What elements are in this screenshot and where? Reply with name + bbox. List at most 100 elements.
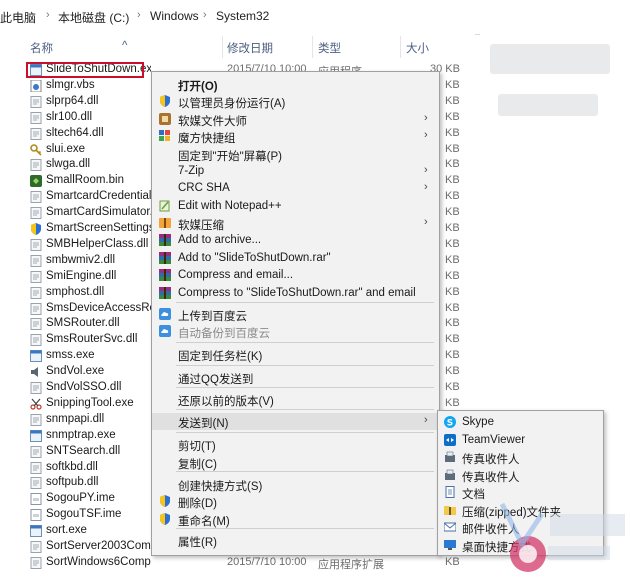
breadcrumb-windows[interactable]: Windows — [150, 9, 199, 23]
chevron-right-icon[interactable]: › — [203, 9, 207, 21]
file-size: KB — [445, 94, 460, 107]
column-header-type[interactable]: 类型 — [318, 40, 341, 56]
svg-text:S: S — [447, 419, 453, 429]
menu-item-label: Add to archive... — [178, 234, 262, 246]
menu-item-label: 剪切(T) — [178, 441, 216, 453]
file-name: SndVolSSO.dll — [46, 381, 122, 393]
file-name: snmptrap.exe — [46, 428, 116, 441]
breadcrumb-this-pc[interactable]: 此电脑 — [0, 9, 36, 26]
menu-item-ruanmei-file[interactable]: 软媒文件大师 › — [152, 111, 439, 128]
uac-shield-icon — [159, 95, 171, 107]
column-header-date[interactable]: 修改日期 — [227, 40, 273, 56]
menu-item-baidu-upload[interactable]: 上传到百度云 — [152, 306, 439, 323]
chevron-right-icon: › — [424, 414, 428, 426]
menu-item-rename[interactable]: 重命名(M) — [152, 511, 439, 528]
winrar-icon — [159, 252, 171, 264]
file-name: smbwmiv2.dll — [46, 253, 116, 266]
menu-item-qq-send[interactable]: 通过QQ发送到 — [152, 369, 439, 386]
context-menu: 打开(O) 以管理员身份运行(A) 软媒文件大师 › 魔方快捷组 › 固定到"开始"屏幕(P… — [151, 71, 440, 556]
menu-item-delete[interactable]: 删除(D) — [152, 493, 439, 510]
dll-file-icon — [30, 556, 42, 569]
sendto-skype[interactable]: S Skype — [438, 414, 603, 431]
file-date: 2015/7/10 10:00 — [227, 555, 307, 568]
file-size: KB — [445, 222, 460, 234]
menu-item-run-as-admin[interactable]: 以管理员身份运行(A) — [152, 93, 439, 110]
file-size: KB — [445, 396, 460, 409]
menu-item-label: 上传到百度云 — [178, 311, 247, 323]
menu-item-compress-rar-email[interactable]: Compress to "SlideToShutDown.rar" and em… — [152, 285, 439, 302]
menu-item-add-archive[interactable]: Add to archive... — [152, 232, 439, 249]
teamviewer-icon — [444, 433, 456, 446]
dll-file-icon — [30, 270, 42, 283]
breadcrumb-system32[interactable]: System32 — [216, 9, 269, 23]
menu-item-pin-taskbar[interactable]: 固定到任务栏(K) — [152, 346, 439, 363]
file-size: KB — [445, 301, 460, 314]
dll-file-icon — [30, 318, 42, 331]
file-name: SmsRouterSvc.dll — [46, 333, 138, 346]
file-name: slui.exe — [46, 142, 85, 155]
menu-item-cut[interactable]: 剪切(T) — [152, 436, 439, 453]
bin-file-icon — [30, 175, 42, 188]
file-size: KB — [445, 253, 460, 266]
file-size: KB — [445, 158, 460, 171]
menu-item-label: 复制(C) — [178, 459, 217, 471]
chevron-right-icon: › — [424, 216, 428, 228]
exe-file-icon — [30, 429, 42, 442]
file-name: SMBHelperClass.dll — [46, 237, 149, 250]
file-size: KB — [445, 110, 460, 123]
sendto-teamviewer[interactable]: TeamViewer — [438, 432, 603, 449]
menu-item-label: 发送到(N) — [178, 418, 229, 430]
menu-item-add-rar[interactable]: Add to "SlideToShutDown.rar" — [152, 250, 439, 267]
file-name: sltech64.dll — [46, 126, 104, 139]
menu-item-label: 软媒压缩 — [178, 220, 224, 232]
file-name: SogouPY.ime — [46, 492, 115, 505]
file-size: KB — [445, 237, 460, 250]
menu-item-send-to[interactable]: 发送到(N) › — [152, 413, 439, 430]
chevron-right-icon[interactable]: › — [137, 9, 141, 21]
breadcrumb-local-disk[interactable]: 本地磁盘 (C:) — [58, 9, 129, 26]
menu-item-label: 属性(R) — [178, 537, 217, 549]
sendto-fax-recipient-2[interactable]: 传真收件人 — [438, 467, 603, 484]
menu-item-compress-email[interactable]: Compress and email... — [152, 267, 439, 284]
menu-item-mofang[interactable]: 魔方快捷组 › — [152, 128, 439, 145]
menu-item-create-shortcut[interactable]: 创建快捷方式(S) — [152, 476, 439, 493]
menu-item-7zip[interactable]: 7-Zip › — [152, 163, 439, 180]
column-divider[interactable] — [400, 36, 401, 58]
menu-item-properties[interactable]: 属性(R) — [152, 532, 439, 549]
file-name: SmallRoom.bin — [46, 174, 124, 187]
file-size: KB — [445, 78, 460, 91]
winrar-icon — [159, 269, 171, 281]
menu-item-open[interactable]: 打开(O) — [152, 76, 439, 93]
dll-file-icon — [30, 111, 42, 124]
file-size: KB — [445, 285, 460, 298]
column-divider[interactable] — [222, 36, 223, 58]
dll-file-icon — [30, 334, 42, 347]
column-header-name[interactable]: 名称 — [30, 40, 53, 56]
file-name: sort.exe — [46, 524, 87, 537]
ime-file-icon — [30, 493, 42, 506]
menu-item-pin-start[interactable]: 固定到"开始"屏幕(P) — [152, 146, 439, 163]
menu-item-label: 以管理员身份运行(A) — [178, 98, 286, 110]
menu-item-label: Add to "SlideToShutDown.rar" — [178, 252, 331, 264]
menu-item-crc-sha[interactable]: CRC SHA › — [152, 180, 439, 197]
menu-item-label: 自动备份到百度云 — [178, 328, 270, 340]
menu-item-label: 固定到"开始"屏幕(P) — [178, 151, 282, 163]
address-bar[interactable]: 此电脑 › 本地磁盘 (C:) › Windows › System32 — [0, 0, 631, 35]
menu-item-baidu-backup[interactable]: 自动备份到百度云 — [152, 323, 439, 340]
column-divider[interactable] — [312, 36, 313, 58]
zip-folder-icon — [444, 504, 456, 516]
file-name: slprp64.dll — [46, 94, 99, 107]
column-header-size[interactable]: 大小 — [406, 40, 429, 56]
menu-item-notepadpp[interactable]: Edit with Notepad++ — [152, 198, 439, 215]
notepadpp-icon — [159, 200, 171, 212]
dll-file-icon — [30, 95, 42, 108]
menu-item-ruanmei-zip[interactable]: 软媒压缩 › — [152, 215, 439, 232]
sendto-fax-recipient[interactable]: 传真收件人 — [438, 449, 603, 466]
dll-file-icon — [30, 286, 42, 299]
menu-item-copy[interactable]: 复制(C) — [152, 454, 439, 471]
chevron-right-icon[interactable]: › — [46, 9, 50, 21]
dll-file-icon — [30, 207, 42, 220]
desktop-icon — [444, 539, 456, 551]
file-row[interactable]: SortWindows6Compat.dll 2015/7/10 10:00 应用程… — [0, 555, 475, 571]
menu-item-restore-versions[interactable]: 还原以前的版本(V) — [152, 391, 439, 408]
